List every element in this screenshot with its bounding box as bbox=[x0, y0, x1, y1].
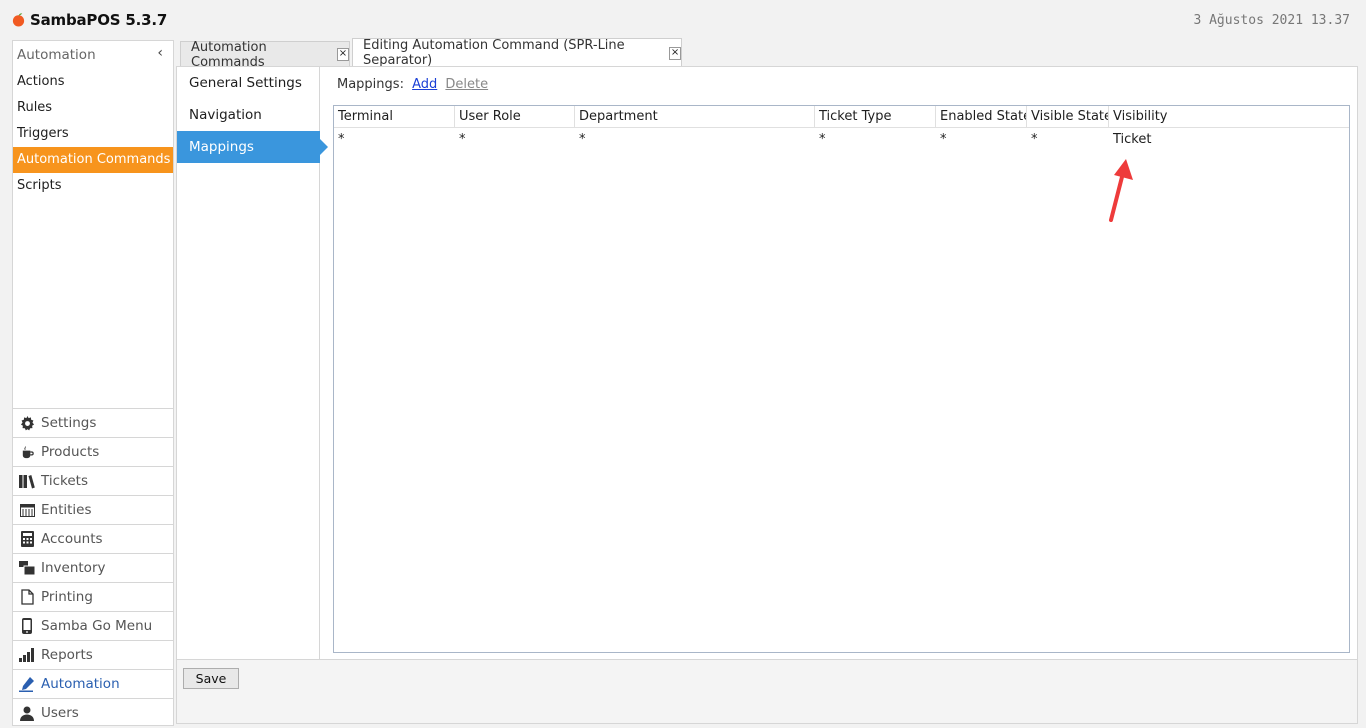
section-label: Inventory bbox=[41, 560, 106, 576]
table-icon bbox=[19, 502, 35, 518]
sidebar-item-automation-commands[interactable]: Automation Commands bbox=[13, 147, 173, 173]
tab-editing-automation-command[interactable]: Editing Automation Command (SPR-Line Sep… bbox=[352, 38, 682, 68]
section-label: Users bbox=[41, 705, 79, 721]
annotation-arrow-icon bbox=[1109, 159, 1133, 222]
column-header-visible-states[interactable]: Visible States bbox=[1027, 106, 1109, 128]
books-icon bbox=[19, 473, 35, 489]
add-mapping-link[interactable]: Add bbox=[412, 77, 437, 92]
section-users[interactable]: Users bbox=[13, 698, 173, 727]
column-header-terminal[interactable]: Terminal bbox=[334, 106, 455, 128]
user-icon bbox=[19, 705, 35, 721]
sidebar-sections: Settings Products Tickets Entities Accou… bbox=[13, 408, 173, 727]
bar-chart-icon bbox=[19, 647, 35, 663]
gear-icon bbox=[19, 415, 35, 431]
close-icon[interactable]: × bbox=[336, 48, 349, 61]
app-window: SambaPOS 5.3.7 3 Ağustos 2021 13.37 Auto… bbox=[0, 0, 1366, 728]
boxes-icon bbox=[19, 560, 35, 576]
save-button[interactable]: Save bbox=[183, 668, 239, 689]
section-automation[interactable]: Automation bbox=[13, 669, 173, 698]
column-header-visibility[interactable]: Visibility bbox=[1109, 106, 1349, 128]
sidebar-collapse-button[interactable]: ‹ bbox=[157, 45, 163, 61]
mappings-label: Mappings: bbox=[337, 77, 404, 92]
cell-visible-states[interactable]: * bbox=[1027, 129, 1109, 151]
calculator-icon bbox=[19, 531, 35, 547]
settings-nav-navigation[interactable]: Navigation Settings bbox=[177, 99, 319, 155]
cell-ticket-type[interactable]: * bbox=[815, 129, 936, 151]
sidebar-header: Automation ‹ bbox=[13, 41, 173, 69]
section-tickets[interactable]: Tickets bbox=[13, 466, 173, 495]
section-label: Tickets bbox=[41, 473, 88, 489]
mappings-toolbar: Mappings: Add Delete bbox=[337, 77, 488, 92]
section-label: Automation bbox=[41, 676, 120, 692]
section-entities[interactable]: Entities bbox=[13, 495, 173, 524]
section-label: Accounts bbox=[41, 531, 103, 547]
column-header-user-role[interactable]: User Role bbox=[455, 106, 575, 128]
cell-department[interactable]: * bbox=[575, 129, 815, 151]
sidebar-header-label: Automation bbox=[17, 47, 96, 63]
column-header-ticket-type[interactable]: Ticket Type bbox=[815, 106, 936, 128]
section-settings[interactable]: Settings bbox=[13, 408, 173, 437]
phone-icon bbox=[19, 618, 35, 634]
grid-header: Terminal User Role Department Ticket Typ… bbox=[334, 106, 1349, 128]
tab-bar: Automation Commands × Editing Automation… bbox=[176, 38, 1358, 70]
column-header-department[interactable]: Department bbox=[575, 106, 815, 128]
sidebar-item-rules[interactable]: Rules bbox=[13, 95, 173, 121]
footer-bar: Save bbox=[176, 660, 1358, 724]
section-inventory[interactable]: Inventory bbox=[13, 553, 173, 582]
close-icon[interactable]: × bbox=[669, 46, 681, 60]
document-icon bbox=[19, 589, 35, 605]
cell-terminal[interactable]: * bbox=[334, 129, 455, 151]
section-accounts[interactable]: Accounts bbox=[13, 524, 173, 553]
mappings-grid: Terminal User Role Department Ticket Typ… bbox=[333, 105, 1350, 653]
app-title: SambaPOS 5.3.7 bbox=[30, 11, 168, 29]
sidebar-item-actions[interactable]: Actions bbox=[13, 69, 173, 95]
sidebar-item-triggers[interactable]: Triggers bbox=[13, 121, 173, 147]
sambapos-logo-icon bbox=[12, 13, 25, 27]
cell-enabled-states[interactable]: * bbox=[936, 129, 1027, 151]
column-header-enabled-states[interactable]: Enabled States bbox=[936, 106, 1027, 128]
table-row[interactable]: * * * * * * Ticket bbox=[334, 129, 1349, 151]
pen-icon bbox=[19, 676, 35, 692]
settings-nav-mappings[interactable]: Mappings bbox=[177, 131, 328, 163]
tab-automation-commands[interactable]: Automation Commands × bbox=[180, 39, 350, 70]
section-label: Printing bbox=[41, 589, 93, 605]
tab-label: Automation Commands bbox=[191, 39, 267, 70]
coffee-cup-icon bbox=[19, 444, 35, 460]
section-reports[interactable]: Reports bbox=[13, 640, 173, 669]
title-bar: SambaPOS 5.3.7 3 Ağustos 2021 13.37 bbox=[0, 0, 1366, 38]
section-printing[interactable]: Printing bbox=[13, 582, 173, 611]
cell-user-role[interactable]: * bbox=[455, 129, 575, 151]
editor-panel: General Settings Navigation Settings Map… bbox=[176, 66, 1358, 660]
delete-mapping-link[interactable]: Delete bbox=[445, 77, 488, 92]
sidebar: Automation ‹ Actions Rules Triggers Auto… bbox=[12, 40, 174, 726]
section-label: Samba Go Menu bbox=[41, 618, 153, 634]
section-products[interactable]: Products bbox=[13, 437, 173, 466]
section-label: Entities bbox=[41, 502, 92, 518]
tab-label: Editing Automation Command (SPR-Line Sep… bbox=[363, 38, 625, 68]
sidebar-item-scripts[interactable]: Scripts bbox=[13, 173, 173, 199]
settings-nav: General Settings Navigation Settings Map… bbox=[177, 67, 328, 659]
settings-nav-general[interactable]: General Settings bbox=[177, 67, 319, 99]
cell-visibility[interactable]: Ticket bbox=[1109, 129, 1349, 151]
section-label: Reports bbox=[41, 647, 93, 663]
section-label: Products bbox=[41, 444, 100, 460]
section-label: Settings bbox=[41, 415, 97, 431]
section-samba-go-menu[interactable]: Samba Go Menu bbox=[13, 611, 173, 640]
datetime-display: 3 Ağustos 2021 13.37 bbox=[1193, 13, 1350, 28]
